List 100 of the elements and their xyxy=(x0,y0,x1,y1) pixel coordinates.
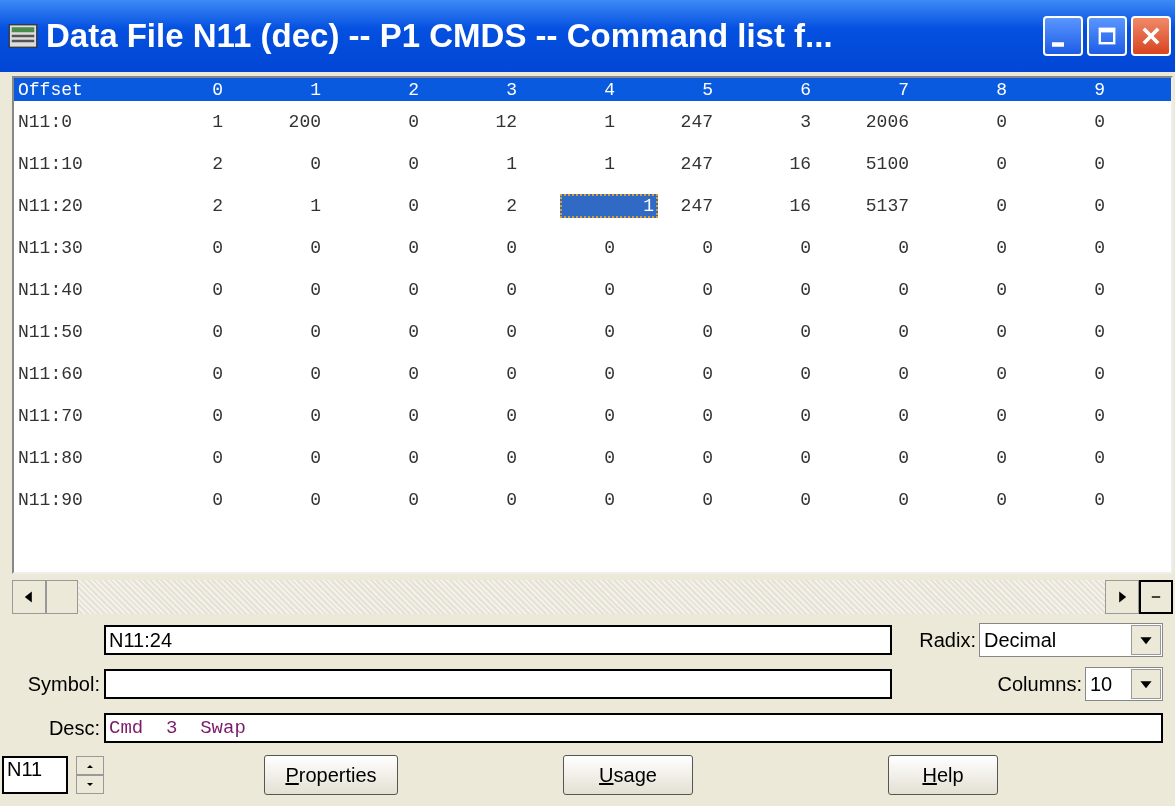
table-cell[interactable]: 0 xyxy=(560,446,658,470)
close-button[interactable] xyxy=(1131,16,1171,56)
table-cell[interactable]: 0 xyxy=(756,236,854,260)
table-cell[interactable]: 0 xyxy=(560,404,658,428)
table-cell[interactable]: 0 xyxy=(560,320,658,344)
table-cell[interactable]: 0 xyxy=(658,320,756,344)
table-cell[interactable]: 0 xyxy=(462,278,560,302)
table-cell[interactable]: 0 xyxy=(364,278,462,302)
collapse-button[interactable] xyxy=(1139,580,1173,614)
table-cell[interactable]: 0 xyxy=(364,404,462,428)
table-cell[interactable]: 1 xyxy=(462,152,560,176)
table-cell[interactable]: 0 xyxy=(1050,362,1148,386)
table-cell[interactable]: 0 xyxy=(364,194,462,218)
minimize-button[interactable] xyxy=(1043,16,1083,56)
table-cell[interactable]: 0 xyxy=(952,446,1050,470)
table-cell[interactable]: 0 xyxy=(560,362,658,386)
table-cell[interactable]: 0 xyxy=(168,362,266,386)
row-offset[interactable]: N11:40 xyxy=(14,280,168,300)
table-cell[interactable]: 0 xyxy=(462,446,560,470)
table-cell[interactable]: 12 xyxy=(462,110,560,134)
table-cell[interactable]: 0 xyxy=(854,362,952,386)
table-cell[interactable]: 0 xyxy=(462,362,560,386)
table-cell[interactable]: 0 xyxy=(854,236,952,260)
row-offset[interactable]: N11:0 xyxy=(14,112,168,132)
table-cell[interactable]: 0 xyxy=(266,152,364,176)
table-cell[interactable]: 0 xyxy=(854,320,952,344)
table-cell[interactable]: 16 xyxy=(756,152,854,176)
table-cell[interactable]: 0 xyxy=(266,278,364,302)
table-cell[interactable]: 0 xyxy=(168,488,266,512)
table-cell[interactable]: 2 xyxy=(168,194,266,218)
table-cell[interactable]: 0 xyxy=(168,446,266,470)
table-cell[interactable]: 0 xyxy=(266,236,364,260)
table-cell[interactable]: 0 xyxy=(952,152,1050,176)
table-cell[interactable]: 0 xyxy=(462,320,560,344)
dialog-button[interactable]: Usage xyxy=(563,755,693,795)
table-cell[interactable]: 0 xyxy=(952,362,1050,386)
table-cell[interactable]: 0 xyxy=(658,362,756,386)
table-cell[interactable]: 0 xyxy=(1050,488,1148,512)
table-cell[interactable]: 0 xyxy=(952,236,1050,260)
dialog-button[interactable]: Properties xyxy=(264,755,398,795)
spin-up-button[interactable] xyxy=(76,756,104,775)
spin-down-button[interactable] xyxy=(76,775,104,794)
table-cell[interactable]: 0 xyxy=(658,488,756,512)
row-offset[interactable]: N11:80 xyxy=(14,448,168,468)
table-cell[interactable]: 0 xyxy=(756,278,854,302)
columns-dropdown[interactable]: 10 xyxy=(1085,667,1163,701)
table-cell[interactable]: 16 xyxy=(756,194,854,218)
row-offset[interactable]: N11:50 xyxy=(14,322,168,342)
table-cell[interactable]: 0 xyxy=(364,110,462,134)
table-cell[interactable]: 0 xyxy=(266,488,364,512)
table-cell[interactable]: 0 xyxy=(854,488,952,512)
table-cell[interactable]: 1 xyxy=(560,110,658,134)
table-cell[interactable]: 0 xyxy=(364,152,462,176)
table-cell[interactable]: 5100 xyxy=(854,152,952,176)
table-cell[interactable]: 3 xyxy=(756,110,854,134)
table-cell[interactable]: 0 xyxy=(952,320,1050,344)
table-cell[interactable]: 0 xyxy=(658,404,756,428)
table-cell[interactable]: 0 xyxy=(560,236,658,260)
scroll-thumb[interactable] xyxy=(46,580,78,614)
scroll-left-button[interactable] xyxy=(12,580,46,614)
table-cell[interactable]: 0 xyxy=(266,362,364,386)
address-field[interactable]: N11:24 xyxy=(104,625,892,655)
table-cell[interactable]: 247 xyxy=(658,110,756,134)
table-cell[interactable]: 0 xyxy=(364,488,462,512)
table-cell[interactable]: 247 xyxy=(658,194,756,218)
file-field[interactable]: N11 xyxy=(2,756,68,794)
table-cell[interactable]: 0 xyxy=(952,278,1050,302)
table-cell[interactable]: 0 xyxy=(1050,152,1148,176)
table-cell[interactable]: 0 xyxy=(462,488,560,512)
row-offset[interactable]: N11:30 xyxy=(14,238,168,258)
table-cell[interactable]: 0 xyxy=(658,236,756,260)
radix-dropdown[interactable]: Decimal xyxy=(979,623,1163,657)
table-cell[interactable]: 2 xyxy=(168,152,266,176)
table-cell[interactable]: 0 xyxy=(952,404,1050,428)
table-cell[interactable]: 0 xyxy=(756,488,854,512)
table-cell[interactable]: 0 xyxy=(756,320,854,344)
symbol-field[interactable] xyxy=(104,669,892,699)
table-cell[interactable]: 0 xyxy=(364,236,462,260)
table-cell[interactable]: 0 xyxy=(1050,404,1148,428)
table-cell[interactable]: 0 xyxy=(658,446,756,470)
table-cell[interactable]: 0 xyxy=(266,320,364,344)
table-cell[interactable]: 0 xyxy=(1050,236,1148,260)
table-cell[interactable]: 0 xyxy=(1050,320,1148,344)
table-cell[interactable]: 0 xyxy=(952,110,1050,134)
table-cell[interactable]: 0 xyxy=(364,320,462,344)
row-offset[interactable]: N11:20 xyxy=(14,196,168,216)
table-cell[interactable]: 0 xyxy=(854,446,952,470)
table-cell[interactable]: 0 xyxy=(1050,446,1148,470)
horizontal-scrollbar[interactable] xyxy=(12,580,1173,614)
table-cell[interactable]: 0 xyxy=(168,278,266,302)
table-cell[interactable]: 0 xyxy=(168,404,266,428)
table-cell[interactable]: 1 xyxy=(560,152,658,176)
table-cell[interactable]: 0 xyxy=(364,446,462,470)
table-cell[interactable]: 0 xyxy=(658,278,756,302)
table-cell[interactable]: 2 xyxy=(462,194,560,218)
maximize-button[interactable] xyxy=(1087,16,1127,56)
dialog-button[interactable]: Help xyxy=(888,755,998,795)
description-field[interactable]: Cmd 3 Swap xyxy=(104,713,1163,743)
table-cell[interactable]: 5137 xyxy=(854,194,952,218)
table-cell[interactable]: 247 xyxy=(658,152,756,176)
